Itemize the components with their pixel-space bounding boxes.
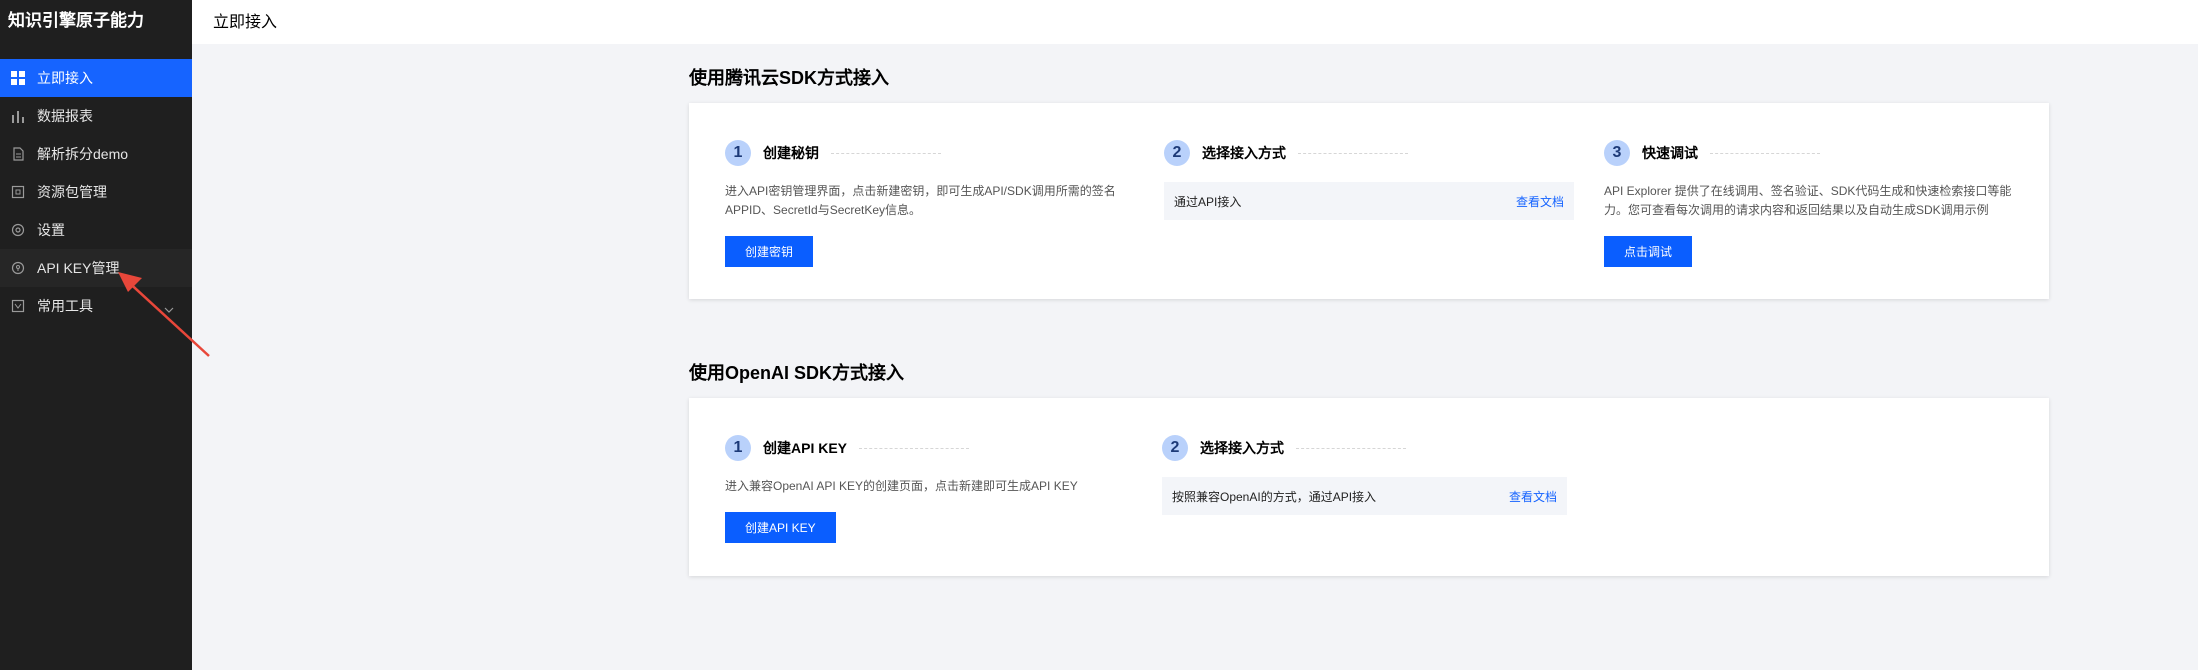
sidebar-item-label: 常用工具	[37, 298, 93, 314]
create-api-key-button[interactable]: 创建API KEY	[725, 512, 836, 543]
sidebar-item-label: 解析拆分demo	[37, 146, 129, 162]
section-title-tencent-sdk: 使用腾讯云SDK方式接入	[689, 68, 890, 88]
step-divider	[1296, 447, 1406, 449]
sidebar-item-label: API KEY管理	[37, 260, 120, 276]
quick-debug-button[interactable]: 点击调试	[1604, 236, 1693, 267]
tencent-sdk-card: 1 创建秘钥 进入API密钥管理界面，点击新建密钥，即可生成API/SDK调用所…	[689, 103, 2049, 299]
sidebar-item-label: 数据报表	[37, 108, 93, 124]
step-create-secret: 1 创建秘钥 进入API密钥管理界面，点击新建密钥，即可生成API/SDK调用所…	[725, 140, 1125, 267]
step-title: 创建秘钥	[763, 145, 819, 161]
step-title: 快速调试	[1642, 145, 1698, 161]
access-method-text: 通过API接入	[1174, 194, 1242, 209]
step-number: 3	[1604, 140, 1630, 166]
step-create-api-key: 1 创建API KEY 进入兼容OpenAI API KEY的创建页面，点击新建…	[725, 435, 1125, 543]
sidebar-item-quick-access[interactable]: 立即接入	[0, 59, 192, 97]
step-title: 选择接入方式	[1202, 145, 1286, 161]
tools-icon	[10, 298, 26, 314]
step-number: 1	[725, 435, 751, 461]
grid-icon	[10, 70, 26, 86]
app-title: 知识引擎原子能力	[8, 11, 144, 30]
step-title: 创建API KEY	[763, 440, 848, 456]
sidebar-item-data-report[interactable]: 数据报表	[0, 97, 192, 135]
step-description: API Explorer 提供了在线调用、签名验证、SDK代码生成和快速检索接口…	[1604, 184, 2012, 217]
document-icon	[10, 146, 26, 162]
openai-sdk-card: 1 创建API KEY 进入兼容OpenAI API KEY的创建页面，点击新建…	[689, 398, 2049, 576]
access-method-box: 按照兼容OpenAI的方式，通过API接入 查看文档	[1162, 477, 1567, 515]
step-choose-method: 2 选择接入方式 通过API接入 查看文档	[1164, 140, 1574, 220]
section-title-openai-sdk: 使用OpenAI SDK方式接入	[689, 363, 905, 383]
sidebar-item-settings[interactable]: 设置	[0, 211, 192, 249]
bar-chart-icon	[10, 108, 26, 124]
step-number: 2	[1162, 435, 1188, 461]
package-icon	[10, 184, 26, 200]
annotation-arrow-icon	[118, 272, 210, 357]
settings-icon	[10, 222, 26, 238]
create-secret-button[interactable]: 创建密钥	[725, 236, 814, 267]
sidebar-item-resource-package[interactable]: 资源包管理	[0, 173, 192, 211]
access-method-box: 通过API接入 查看文档	[1164, 182, 1574, 220]
view-docs-link[interactable]: 查看文档	[1516, 193, 1564, 210]
step-divider	[1298, 152, 1408, 154]
step-divider	[831, 152, 941, 154]
sidebar-item-label: 资源包管理	[37, 184, 107, 200]
page-title: 立即接入	[213, 14, 278, 31]
step-number: 1	[725, 140, 751, 166]
step-description: 进入API密钥管理界面，点击新建密钥，即可生成API/SDK调用所需的签名APP…	[725, 184, 1116, 217]
sidebar-item-parse-demo[interactable]: 解析拆分demo	[0, 135, 192, 173]
step-number: 2	[1164, 140, 1190, 166]
sidebar-item-label: 立即接入	[37, 70, 93, 86]
step-divider	[859, 447, 970, 449]
top-header: 立即接入	[192, 0, 2198, 44]
access-method-text: 按照兼容OpenAI的方式，通过API接入	[1172, 489, 1377, 504]
step-description: 进入兼容OpenAI API KEY的创建页面，点击新建即可生成API KEY	[725, 479, 1078, 493]
step-divider	[1710, 152, 1820, 154]
step-quick-debug: 3 快速调试 API Explorer 提供了在线调用、签名验证、SDK代码生成…	[1604, 140, 2014, 267]
step-title: 选择接入方式	[1200, 440, 1284, 456]
step-choose-method: 2 选择接入方式 按照兼容OpenAI的方式，通过API接入 查看文档	[1162, 435, 1567, 515]
sidebar-item-label: 设置	[37, 222, 65, 238]
key-circle-icon	[10, 260, 26, 276]
view-docs-link[interactable]: 查看文档	[1509, 488, 1557, 505]
